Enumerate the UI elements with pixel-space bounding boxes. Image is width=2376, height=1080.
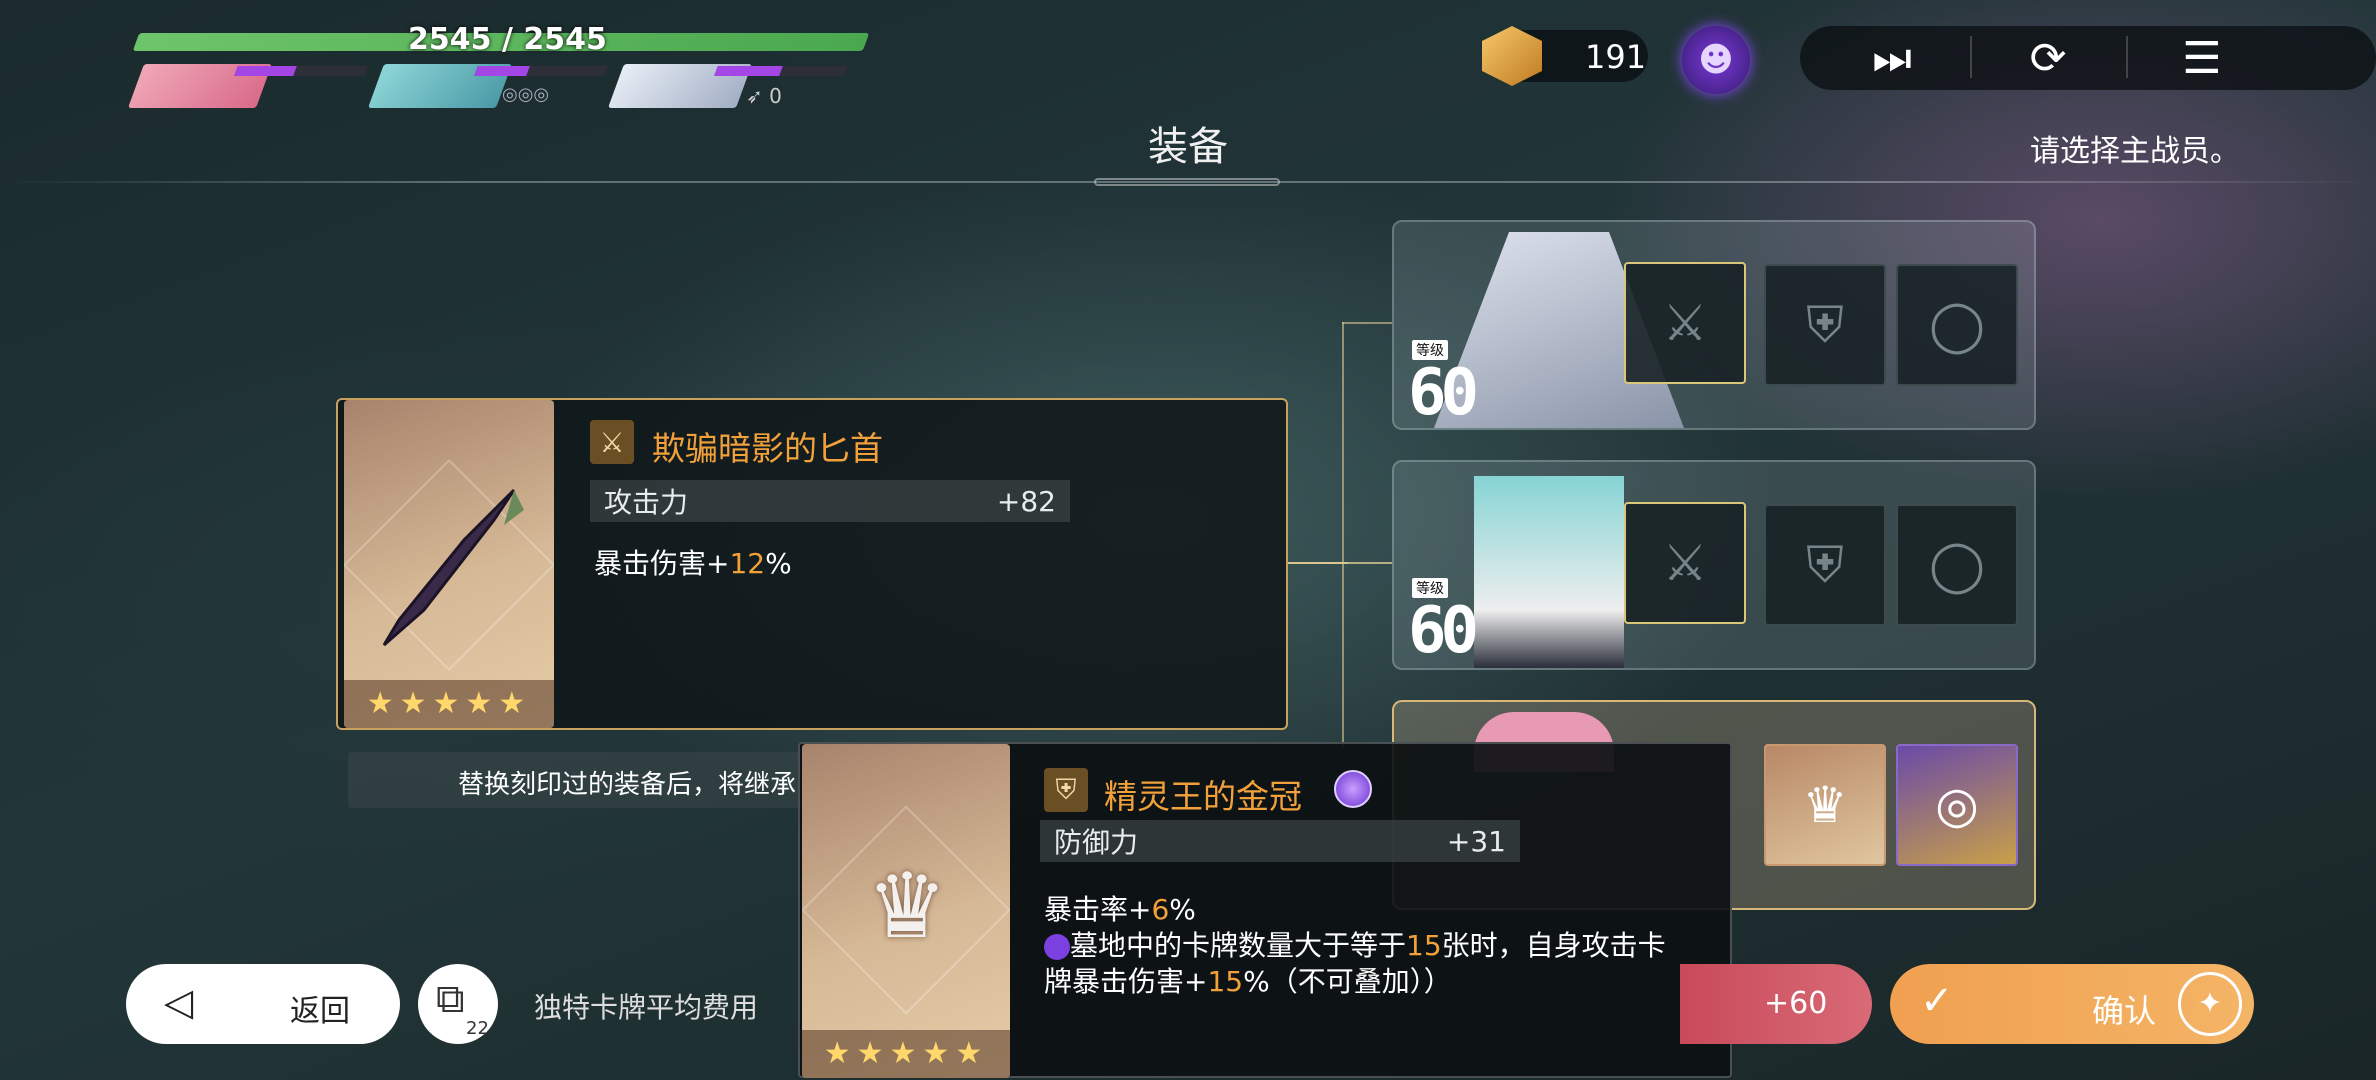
- back-arrow-icon: ◁: [164, 980, 194, 1024]
- engrave-icon: [1044, 934, 1070, 960]
- mana-bar-3: [714, 66, 848, 76]
- dagger-type-icon: ⚔: [590, 420, 634, 464]
- connector: [1288, 562, 1348, 564]
- tooltip-effect-1: 暴击率+6%: [1044, 893, 1196, 926]
- stat-label: 防御力: [1054, 826, 1139, 859]
- speed-icon[interactable]: ⟳: [2018, 32, 2078, 84]
- armor-slot[interactable]: ⛨: [1764, 264, 1886, 386]
- weapon-slot[interactable]: ⚔: [1624, 502, 1746, 624]
- mana-bar-2: [474, 66, 608, 76]
- party-extra: ➶ 0: [746, 84, 782, 108]
- armor-icon: ⛨: [1806, 295, 1844, 354]
- tooltip-item-image: ♛ ★★★★★: [802, 744, 1010, 1078]
- engrave-icon: [1334, 770, 1372, 808]
- tooltip-item-name: 精灵王的金冠: [1104, 777, 1302, 816]
- stat-label: 攻击力: [604, 486, 689, 519]
- divider-ornament: [1094, 178, 1280, 186]
- stat-row: 攻击力 +82: [590, 480, 1070, 522]
- connector: [1342, 322, 1344, 748]
- connector: [1342, 562, 1392, 564]
- card-count: 22: [466, 1018, 489, 1039]
- cost-label: 独特卡牌平均费用: [534, 991, 759, 1024]
- mana-bar-1: [234, 66, 368, 76]
- select-hint: 请选择主战员。: [2030, 134, 2240, 169]
- character-card-1[interactable]: 等级 60 ⚔ ⛨ ◯: [1392, 220, 2036, 430]
- item-image: ★★★★★: [344, 400, 554, 728]
- character-card-2[interactable]: 等级 60 ⚔ ⛨ ◯: [1392, 460, 2036, 670]
- buff-icons: ◎◎◎: [502, 84, 550, 105]
- armor-slot-equipped[interactable]: ♛: [1764, 744, 1886, 866]
- character-portrait: [1474, 476, 1624, 668]
- check-icon: ✓: [1920, 978, 1954, 1024]
- item-effect: 暴击伤害+12%: [594, 547, 792, 580]
- ring-slot[interactable]: ◯: [1896, 504, 2018, 626]
- menu-icon[interactable]: ☰: [2172, 32, 2232, 84]
- level-value: 60: [1408, 594, 1479, 668]
- hp-text: 2545 / 2545: [408, 22, 607, 57]
- armor-type-icon: ⛨: [1044, 768, 1088, 812]
- tooltip-effect-3: 牌暴击伤害+15%（不可叠加））: [1044, 965, 1452, 998]
- ring-icon: ◯: [1929, 296, 1985, 354]
- sparkle-icon: ✦: [2178, 972, 2242, 1036]
- back-label: 返回: [290, 994, 350, 1029]
- card-icon: ⧉: [436, 976, 465, 1022]
- sword-icon: ⚔: [1662, 294, 1708, 352]
- reroll-value: +60: [1764, 986, 1828, 1021]
- ring-slot[interactable]: ◯: [1896, 264, 2018, 386]
- weapon-slot[interactable]: ⚔: [1624, 262, 1746, 384]
- dagger-icon: [382, 488, 524, 647]
- rarity-stars: ★★★★★: [802, 1030, 1010, 1078]
- item-card[interactable]: ★★★★★ ⚔ 欺骗暗影的匕首 攻击力 +82 暴击伤害+12%: [336, 398, 1288, 730]
- relic-icon[interactable]: ☻: [1682, 26, 1750, 94]
- item-name: 欺骗暗影的匕首: [652, 429, 883, 468]
- back-button[interactable]: ◁ 返回: [126, 964, 400, 1044]
- confirm-label: 确认: [2092, 992, 2157, 1030]
- stat-row: 防御力 +31: [1040, 820, 1520, 862]
- armor-icon: ⛨: [1806, 535, 1844, 594]
- page-title: 装备: [1148, 124, 1228, 170]
- notice-text: 替换刻印过的装备后，将继承: [458, 770, 797, 800]
- ring-slot-equipped[interactable]: ◎: [1896, 744, 2018, 866]
- confirm-button[interactable]: ✓ 确认 ✦: [1890, 964, 2254, 1044]
- level-value: 60: [1408, 356, 1479, 430]
- divider: [2126, 36, 2128, 78]
- stat-value: +31: [1446, 824, 1506, 858]
- party-extra-count: 0: [769, 84, 782, 108]
- sword-icon: ⚔: [1662, 534, 1708, 592]
- armor-slot[interactable]: ⛨: [1764, 504, 1886, 626]
- ring-icon: ◯: [1929, 536, 1985, 594]
- rarity-stars: ★★★★★: [344, 680, 554, 728]
- stat-value: +82: [996, 484, 1056, 518]
- crown-icon: ♛: [1802, 776, 1848, 834]
- skip-icon[interactable]: ⏭: [1862, 32, 1922, 84]
- divider: [1970, 36, 1972, 78]
- reroll-button[interactable]: +60: [1680, 964, 1872, 1044]
- card-cost-button[interactable]: ⧉ 22: [418, 964, 498, 1044]
- medallion-icon: ◎: [1935, 776, 1979, 834]
- crown-icon: ♛: [866, 854, 948, 959]
- connector: [1342, 322, 1392, 324]
- tooltip-effect-2: 墓地中的卡牌数量大于等于15张时，自身攻击卡: [1044, 924, 1666, 964]
- currency-value: 191: [1585, 38, 1647, 76]
- item-tooltip: ♛ ★★★★★ ⛨ 精灵王的金冠 防御力 +31 暴击率+6% 墓地中的卡牌数量…: [798, 742, 1732, 1078]
